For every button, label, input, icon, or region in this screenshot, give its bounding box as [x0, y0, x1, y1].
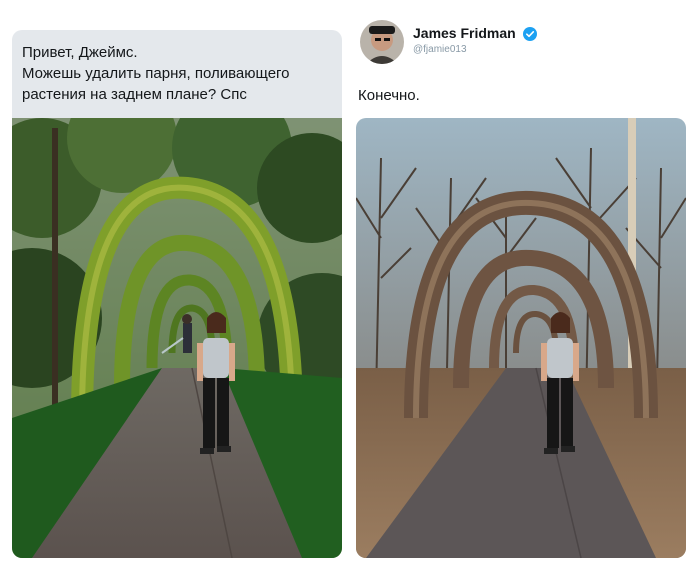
verified-badge-icon	[523, 27, 537, 41]
reply-message-text: Конечно.	[358, 87, 420, 104]
display-name[interactable]: James Fridman	[413, 25, 516, 41]
request-line-1: Привет, Джеймс.	[22, 44, 138, 61]
user-avatar-icon	[360, 20, 404, 64]
original-photo[interactable]	[12, 118, 342, 558]
request-line-2: Можешь удалить парня, поливающего	[22, 65, 290, 82]
user-handle[interactable]: @fjamie013	[413, 44, 467, 55]
edited-photo[interactable]	[356, 118, 686, 558]
avatar[interactable]	[360, 20, 404, 64]
green-arch-garden-photo	[12, 118, 342, 558]
request-line-3: растения на заднем плане? Спс	[22, 86, 247, 103]
reply-tweet: James Fridman @fjamie013 Конечно.	[350, 0, 700, 567]
request-message-text: Привет, Джеймс. Можешь удалить парня, по…	[22, 42, 332, 105]
request-tweet: Привет, Джеймс. Можешь удалить парня, по…	[0, 0, 350, 567]
request-message-bubble: Привет, Джеймс. Можешь удалить парня, по…	[12, 30, 342, 118]
dry-arch-garden-photo	[356, 118, 686, 558]
